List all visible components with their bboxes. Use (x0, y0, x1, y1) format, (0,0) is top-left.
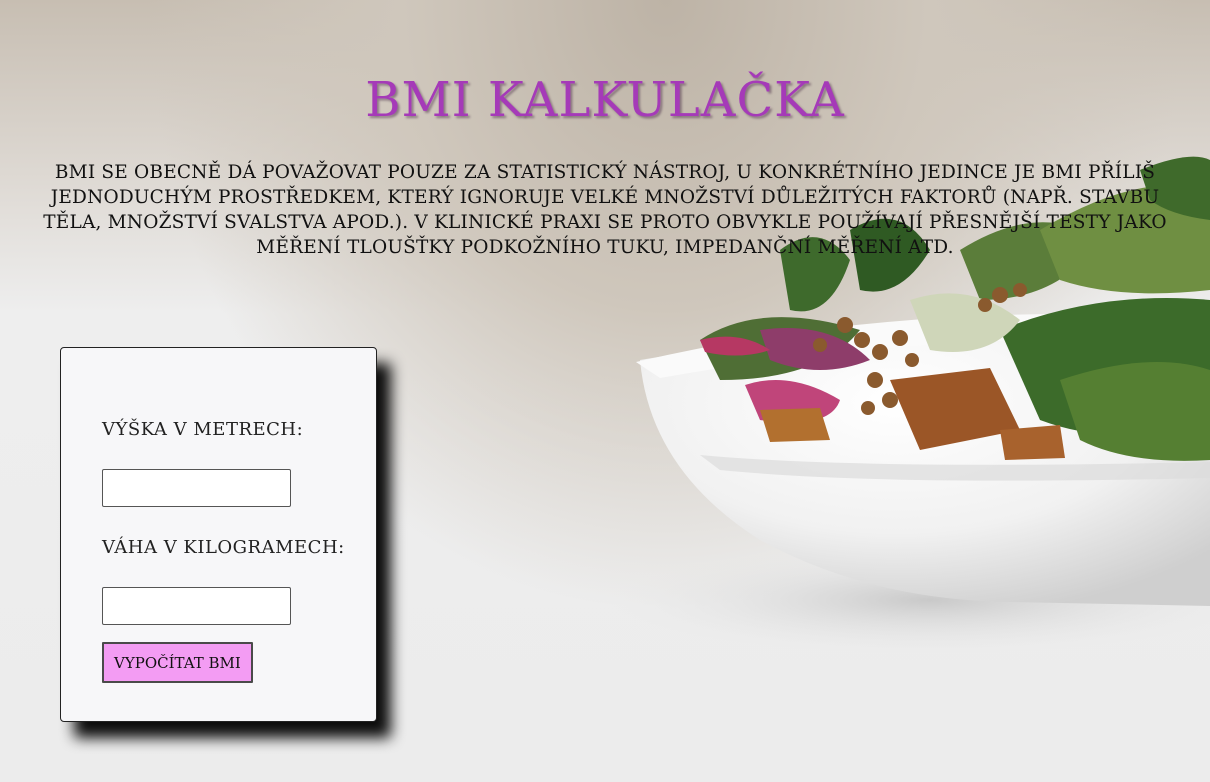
height-label: VÝŠKA V METRECH: (102, 419, 304, 440)
weight-input[interactable] (102, 587, 291, 625)
calculate-bmi-button[interactable]: VYPOČÍTAT BMI (102, 642, 253, 683)
height-input[interactable] (102, 469, 291, 507)
page-title: BMI KALKULAČKA (365, 72, 845, 128)
bmi-description: BMI SE OBECNĚ DÁ POVAŽOVAT POUZE ZA STAT… (43, 162, 1167, 258)
bmi-form-card: VÝŠKA V METRECH: VÁHA V KILOGRAMECH: VYP… (60, 347, 377, 722)
weight-label: VÁHA V KILOGRAMECH: (102, 537, 345, 558)
